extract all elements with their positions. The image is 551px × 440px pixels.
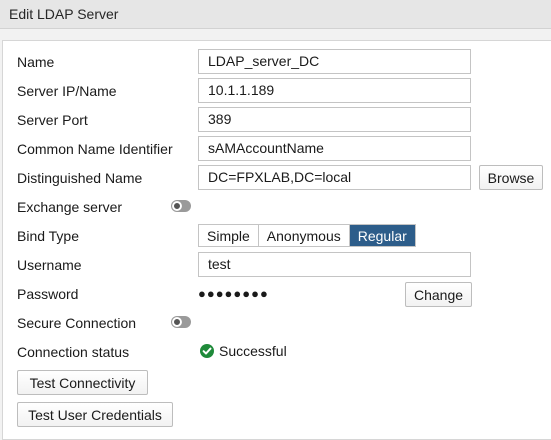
bind-type-regular[interactable]: Regular bbox=[349, 225, 415, 246]
name-label: Name bbox=[17, 54, 55, 70]
toggle-knob bbox=[172, 317, 182, 327]
username-input[interactable]: test bbox=[198, 252, 471, 277]
common-name-label: Common Name Identifier bbox=[17, 141, 173, 157]
connection-status-label: Connection status bbox=[17, 344, 130, 360]
test-connectivity-button[interactable]: Test Connectivity bbox=[17, 370, 148, 395]
change-password-button[interactable]: Change bbox=[405, 282, 472, 307]
bind-type-selector: Simple Anonymous Regular bbox=[198, 224, 416, 247]
username-label: Username bbox=[17, 257, 82, 273]
distinguished-name-label: Distinguished Name bbox=[17, 170, 143, 186]
check-circle-icon bbox=[200, 344, 214, 358]
distinguished-name-input[interactable]: DC=FPXLAB,DC=local bbox=[198, 165, 471, 190]
common-name-input[interactable]: sAMAccountName bbox=[198, 136, 471, 161]
bind-type-anonymous[interactable]: Anonymous bbox=[258, 225, 350, 246]
test-user-credentials-button[interactable]: Test User Credentials bbox=[17, 402, 173, 427]
exchange-server-toggle[interactable] bbox=[171, 200, 191, 212]
title-bar: Edit LDAP Server bbox=[0, 0, 551, 29]
password-label: Password bbox=[17, 286, 79, 302]
bind-type-simple[interactable]: Simple bbox=[199, 225, 259, 246]
server-port-label: Server Port bbox=[17, 112, 88, 128]
name-input[interactable]: LDAP_server_DC bbox=[198, 49, 471, 74]
secure-connection-label: Secure Connection bbox=[17, 315, 137, 331]
secure-connection-toggle[interactable] bbox=[171, 316, 191, 328]
toggle-knob bbox=[172, 201, 182, 211]
exchange-server-label: Exchange server bbox=[17, 199, 123, 215]
connection-status: Successful bbox=[200, 343, 287, 359]
server-port-input[interactable]: 389 bbox=[198, 107, 471, 132]
page-title: Edit LDAP Server bbox=[9, 6, 119, 22]
password-masked: ●●●●●●●● bbox=[198, 286, 269, 301]
browse-button[interactable]: Browse bbox=[479, 165, 543, 190]
server-ip-input[interactable]: 10.1.1.189 bbox=[198, 78, 471, 103]
bind-type-label: Bind Type bbox=[17, 228, 80, 244]
connection-status-value: Successful bbox=[219, 343, 287, 359]
server-ip-label: Server IP/Name bbox=[17, 83, 117, 99]
